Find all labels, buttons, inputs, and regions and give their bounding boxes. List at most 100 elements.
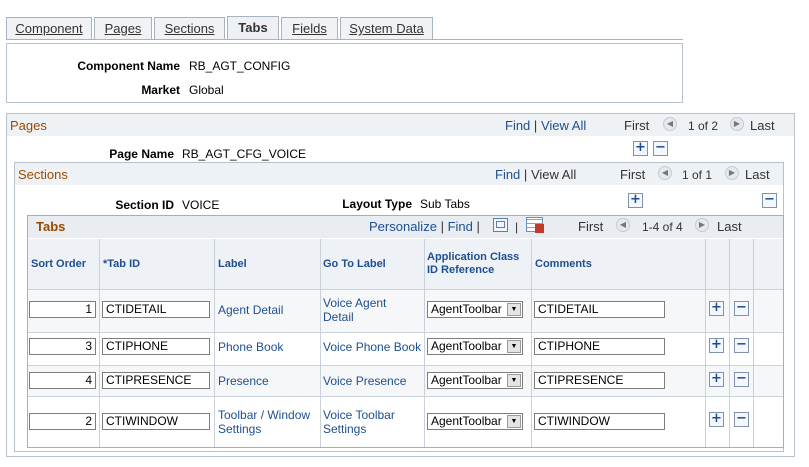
tab-id-input[interactable]: CTIPRESENCE (102, 372, 210, 389)
grid-last-label[interactable]: Last (717, 219, 742, 234)
col-go-to-label[interactable]: Go To Label (323, 258, 386, 271)
go-to-label-link[interactable]: Voice Phone Book (323, 340, 421, 354)
tab-underline (6, 39, 683, 40)
sort-order-input[interactable]: 4 (29, 372, 96, 389)
grid-next-icon[interactable]: ▶ (695, 218, 709, 232)
col-divider (705, 239, 706, 447)
download-to-excel-icon[interactable] (526, 217, 544, 233)
app-class-select[interactable]: AgentToolbar ▼ (427, 301, 523, 318)
sort-order-input[interactable]: 2 (29, 413, 96, 430)
comments-input[interactable]: CTIPHONE (534, 338, 665, 355)
label-link[interactable]: Presence (218, 374, 269, 388)
row-divider (28, 365, 783, 366)
row-divider (28, 289, 783, 290)
pages-prev-icon[interactable]: ◀ (663, 117, 677, 131)
label-link[interactable]: Phone Book (218, 340, 283, 354)
grid-toolbar-links: Personalize | Find | (369, 219, 480, 234)
comments-input[interactable]: CTIDETAIL (534, 301, 665, 318)
go-to-label-link[interactable]: Voice Agent Detail (323, 296, 386, 324)
col-divider (424, 239, 425, 447)
pages-last-link[interactable]: Last (750, 118, 775, 133)
pages-delete-icon[interactable]: − (653, 141, 668, 156)
row-add-icon[interactable]: + (709, 412, 724, 427)
market-label: Market (141, 83, 180, 97)
sort-order-input[interactable]: 3 (29, 338, 96, 355)
sort-order-input[interactable]: 1 (29, 301, 96, 318)
tab-pages[interactable]: Pages (94, 17, 152, 39)
row-add-icon[interactable]: + (709, 301, 724, 316)
app-class-select[interactable]: AgentToolbar ▼ (427, 413, 523, 430)
sections-add-icon[interactable]: + (628, 193, 643, 208)
pages-view-all-link[interactable]: View All (541, 118, 586, 133)
col-divider (729, 239, 730, 447)
sections-last-label[interactable]: Last (745, 167, 770, 182)
page-name-value: RB_AGT_CFG_VOICE (182, 147, 307, 161)
tab-fields[interactable]: Fields (281, 17, 338, 39)
comments-input[interactable]: CTIWINDOW (534, 413, 665, 430)
go-to-label-link[interactable]: Voice Toolbar Settings (323, 408, 395, 436)
comments-input[interactable]: CTIPRESENCE (534, 372, 665, 389)
col-label[interactable]: Label (218, 258, 247, 271)
section-id-label: Section ID (115, 198, 174, 212)
grid-find-link[interactable]: Find (448, 219, 473, 234)
col-divider (531, 239, 532, 447)
pages-add-icon[interactable]: + (633, 141, 648, 156)
row-delete-icon[interactable]: − (734, 301, 749, 316)
section-id-value: VOICE (182, 198, 220, 212)
zoom-grid-icon[interactable] (493, 218, 508, 232)
col-tab-id[interactable]: *Tab ID (103, 258, 140, 271)
component-name-label: Component Name (77, 59, 180, 73)
pages-next-icon[interactable]: ▶ (730, 117, 744, 131)
tab-component[interactable]: Component (6, 17, 92, 39)
pages-counter: 1 of 2 (688, 119, 719, 133)
col-divider (753, 239, 754, 447)
row-add-icon[interactable]: + (709, 338, 724, 353)
tab-sections[interactable]: Sections (154, 17, 225, 39)
tabs-grid-title: Tabs (36, 219, 66, 234)
row-delete-icon[interactable]: − (734, 412, 749, 427)
col-comments[interactable]: Comments (535, 258, 592, 271)
sections-first-label[interactable]: First (620, 167, 645, 182)
col-application-class[interactable]: Application Class ID Reference (427, 251, 519, 277)
grid-separator: | (515, 220, 519, 234)
label-link[interactable]: Agent Detail (218, 303, 283, 317)
grid-prev-icon[interactable]: ◀ (616, 218, 630, 232)
tab-tabs[interactable]: Tabs (227, 16, 279, 39)
personalize-link[interactable]: Personalize (369, 219, 437, 234)
tab-system-data[interactable]: System Data (340, 17, 433, 39)
chevron-down-icon[interactable]: ▼ (507, 340, 521, 353)
row-delete-icon[interactable]: − (734, 338, 749, 353)
sections-prev-icon[interactable]: ◀ (658, 166, 672, 180)
sections-next-icon[interactable]: ▶ (725, 166, 739, 180)
chevron-down-icon[interactable]: ▼ (507, 415, 521, 428)
label-link[interactable]: Toolbar / Window Settings (218, 408, 310, 436)
pages-first-label[interactable]: First (624, 118, 649, 133)
col-sort-order[interactable]: Sort Order (31, 258, 86, 271)
sections-find-link[interactable]: Find (495, 167, 520, 182)
component-name-value: RB_AGT_CONFIG (189, 59, 291, 73)
go-to-label-link[interactable]: Voice Presence (323, 374, 406, 388)
sections-delete-icon[interactable]: − (762, 193, 777, 208)
row-divider (28, 332, 783, 333)
pages-find-link[interactable]: Find (505, 118, 530, 133)
tab-id-input[interactable]: CTIWINDOW (102, 413, 210, 430)
chevron-down-icon[interactable]: ▼ (507, 374, 521, 387)
chevron-down-icon[interactable]: ▼ (507, 303, 521, 316)
col-divider (320, 239, 321, 447)
col-divider (214, 239, 215, 447)
sections-counter: 1 of 1 (682, 168, 713, 182)
app-class-select[interactable]: AgentToolbar ▼ (427, 372, 523, 389)
tab-id-input[interactable]: CTIDETAIL (102, 301, 210, 318)
page-name-label: Page Name (109, 147, 174, 161)
app-class-select[interactable]: AgentToolbar ▼ (427, 338, 523, 355)
sections-find-viewall: Find | View All (495, 167, 577, 182)
layout-type-value: Sub Tabs (420, 197, 470, 211)
tab-id-input[interactable]: CTIPHONE (102, 338, 210, 355)
pages-find-viewall: Find | View All (505, 118, 587, 133)
pages-title: Pages (10, 118, 47, 133)
row-add-icon[interactable]: + (709, 372, 724, 387)
row-divider (28, 396, 783, 397)
sections-view-all-label: View All (530, 167, 577, 182)
row-delete-icon[interactable]: − (734, 372, 749, 387)
grid-first-label[interactable]: First (578, 219, 603, 234)
